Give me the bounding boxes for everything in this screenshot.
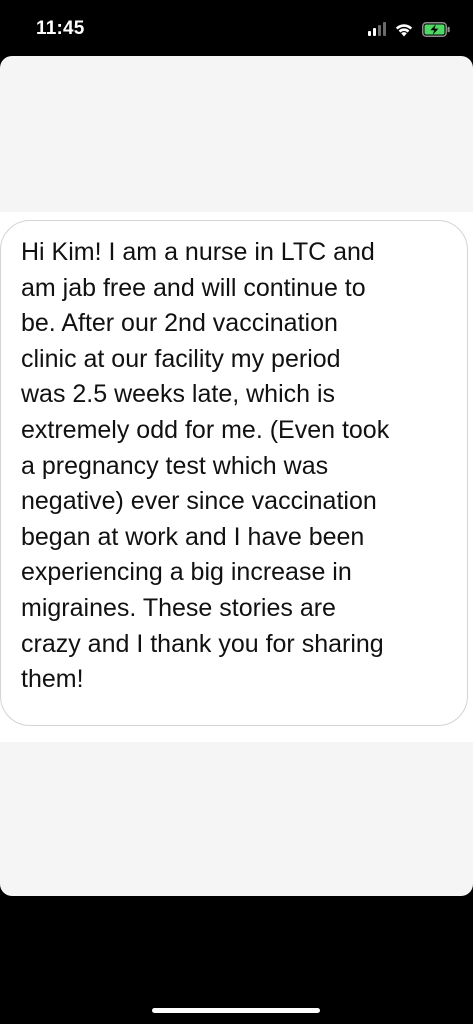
wifi-icon <box>394 22 414 37</box>
content-card: Hi Kim! I am a nurse in LTC and am jab f… <box>0 56 473 896</box>
status-icons <box>368 20 451 38</box>
bottom-area <box>0 896 473 1024</box>
status-time: 11:45 <box>36 18 85 39</box>
signal-icon <box>368 22 386 36</box>
phone-screen: 11:45 Hi Kim! I am a nurse in LTC and am… <box>0 0 473 1024</box>
home-indicator[interactable] <box>152 1008 320 1013</box>
battery-charging-icon <box>422 21 451 37</box>
message-bubble: Hi Kim! I am a nurse in LTC and am jab f… <box>0 220 468 726</box>
status-bar: 11:45 <box>0 0 473 58</box>
message-text: Hi Kim! I am a nurse in LTC and am jab f… <box>21 238 390 694</box>
